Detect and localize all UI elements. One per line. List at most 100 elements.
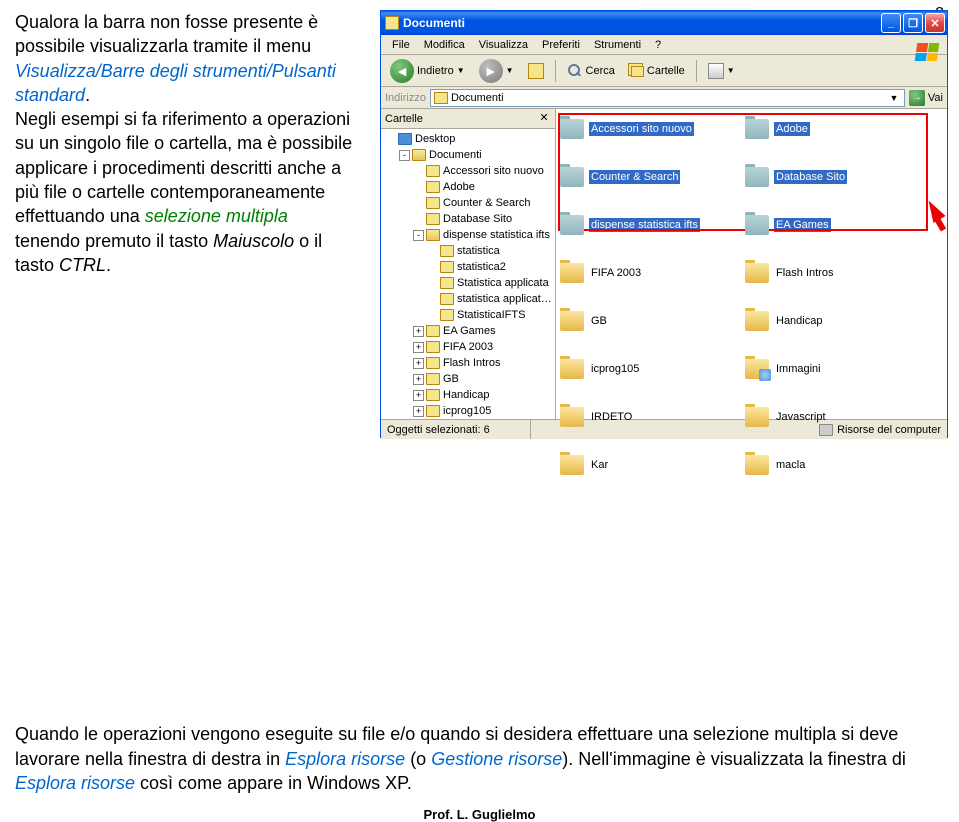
tree-item-label: Documenti xyxy=(429,149,482,161)
up-button[interactable] xyxy=(523,61,549,81)
folder-icon xyxy=(745,359,769,379)
text-p2d: Maiuscolo xyxy=(213,231,294,251)
folder-item[interactable]: Immagini xyxy=(745,357,910,381)
addressbar: Indirizzo Documenti ▼ → Vai xyxy=(381,87,947,109)
tree-item[interactable]: +EA Games xyxy=(381,323,555,339)
tree-item-label: GB xyxy=(443,373,459,385)
menu-file[interactable]: File xyxy=(385,37,417,53)
expand-toggle[interactable]: + xyxy=(413,406,424,417)
chevron-down-icon: ▼ xyxy=(506,66,514,75)
status-selected: Oggetti selezionati: 6 xyxy=(381,420,531,439)
menu-help[interactable]: ? xyxy=(648,37,668,53)
minimize-button[interactable]: _ xyxy=(881,13,901,33)
expand-toggle[interactable]: + xyxy=(413,326,424,337)
folder-item[interactable]: Accessori sito nuovo xyxy=(560,117,725,141)
tree-item-label: FIFA 2003 xyxy=(443,341,493,353)
folder-icon xyxy=(560,167,584,187)
folder-icon xyxy=(560,119,584,139)
folder-icon xyxy=(426,373,440,385)
text-p1c: . xyxy=(85,85,90,105)
tree-item[interactable]: Counter & Search xyxy=(381,195,555,211)
expand-toggle[interactable]: - xyxy=(399,150,410,161)
folder-item[interactable]: Flash Intros xyxy=(745,261,910,285)
go-label: Vai xyxy=(928,92,943,104)
tree-item[interactable]: Adobe xyxy=(381,179,555,195)
separator xyxy=(555,60,556,82)
menu-view[interactable]: Visualizza xyxy=(472,37,535,53)
expand-toggle[interactable]: + xyxy=(413,342,424,353)
intro-text: Qualora la barra non fosse presente è po… xyxy=(0,0,370,277)
text-p3e: ). Nell'immagine è visualizzata la fines… xyxy=(562,749,906,769)
folder-list[interactable]: Accessori sito nuovo Adobe Counter & Searc… xyxy=(556,109,947,419)
tree-item-label: icprog105 xyxy=(443,405,491,417)
folders-button[interactable]: Cartelle xyxy=(624,62,690,79)
expand-toggle[interactable]: + xyxy=(413,390,424,401)
chevron-down-icon[interactable]: ▼ xyxy=(887,93,901,103)
folder-item[interactable]: icprog105 xyxy=(560,357,725,381)
tree-item[interactable]: StatisticaIFTS xyxy=(381,307,555,323)
tree-item-label: Counter & Search xyxy=(443,197,530,209)
folder-item[interactable]: Handicap xyxy=(745,309,910,333)
search-button[interactable]: Cerca xyxy=(562,61,620,81)
tree-item-label: Statistica applicata xyxy=(457,277,549,289)
views-button[interactable]: ▼ xyxy=(703,61,740,81)
tree-item[interactable]: statistica xyxy=(381,243,555,259)
folder-label: Accessori sito nuovo xyxy=(589,122,694,136)
titlebar[interactable]: Documenti _ ❐ ✕ xyxy=(381,11,947,35)
folder-item[interactable]: Kar xyxy=(560,453,725,477)
tree-item[interactable]: Statistica applicata xyxy=(381,275,555,291)
expand-toggle[interactable]: - xyxy=(413,230,424,241)
tree-item[interactable]: Accessori sito nuovo xyxy=(381,163,555,179)
tree-item[interactable]: Database Sito xyxy=(381,211,555,227)
menu-edit[interactable]: Modifica xyxy=(417,37,472,53)
expand-toggle[interactable]: + xyxy=(413,358,424,369)
folder-item[interactable]: dispense statistica ifts xyxy=(560,213,725,237)
forward-button[interactable]: ► ▼ xyxy=(474,57,519,85)
search-icon xyxy=(567,63,583,79)
folder-icon xyxy=(426,165,440,177)
text-p3f: Esplora risorse xyxy=(15,773,135,793)
folder-item[interactable]: Adobe xyxy=(745,117,910,141)
back-icon: ◄ xyxy=(390,59,414,83)
menu-favorites[interactable]: Preferiti xyxy=(535,37,587,53)
folder-item[interactable]: IRDETO xyxy=(560,405,725,429)
tree-item[interactable]: +Flash Intros xyxy=(381,355,555,371)
folder-item[interactable]: Javascript xyxy=(745,405,910,429)
folder-icon xyxy=(426,341,440,353)
tree-item[interactable]: + FIFA 2003 xyxy=(381,339,555,355)
expand-toggle[interactable]: + xyxy=(413,374,424,385)
folder-label: Handicap xyxy=(774,314,824,328)
folder-icon xyxy=(385,16,399,30)
text-p3g: così come appare in Windows XP. xyxy=(135,773,412,793)
menu-tools[interactable]: Strumenti xyxy=(587,37,648,53)
tree-item[interactable]: statistica2 xyxy=(381,259,555,275)
address-value: Documenti xyxy=(451,92,504,104)
folder-label: EA Games xyxy=(774,218,831,232)
folder-label: Immagini xyxy=(774,362,823,376)
close-button[interactable]: ✕ xyxy=(925,13,945,33)
folder-label: macla xyxy=(774,458,807,472)
tree-item[interactable]: +Handicap xyxy=(381,387,555,403)
tree-item[interactable]: -dispense statistica ifts xyxy=(381,227,555,243)
folder-item[interactable]: EA Games xyxy=(745,213,910,237)
tree-item[interactable]: + icprog105 xyxy=(381,403,555,419)
folder-icon xyxy=(745,167,769,187)
tree-item-label: Desktop xyxy=(415,133,455,145)
folder-item[interactable]: GB xyxy=(560,309,725,333)
folder-item[interactable]: Database Sito xyxy=(745,165,910,189)
address-input[interactable]: Documenti ▼ xyxy=(430,89,905,107)
close-panel-button[interactable]: ✕ xyxy=(537,112,551,126)
tree-item-label: statistica2 xyxy=(457,261,506,273)
folder-item[interactable]: Counter & Search xyxy=(560,165,725,189)
go-button[interactable]: → Vai xyxy=(909,90,943,106)
maximize-button[interactable]: ❐ xyxy=(903,13,923,33)
back-button[interactable]: ◄ Indietro ▼ xyxy=(385,57,470,85)
tree-content[interactable]: Desktop-DocumentiAccessori sito nuovoAdo… xyxy=(381,129,555,419)
tree-item[interactable]: Desktop xyxy=(381,131,555,147)
tree-item[interactable]: statistica applicata dc xyxy=(381,291,555,307)
tree-item[interactable]: + GB xyxy=(381,371,555,387)
folder-item[interactable]: FIFA 2003 xyxy=(560,261,725,285)
tree-item[interactable]: - Documenti xyxy=(381,147,555,163)
folder-item[interactable]: macla xyxy=(745,453,910,477)
folder-icon xyxy=(426,213,440,225)
